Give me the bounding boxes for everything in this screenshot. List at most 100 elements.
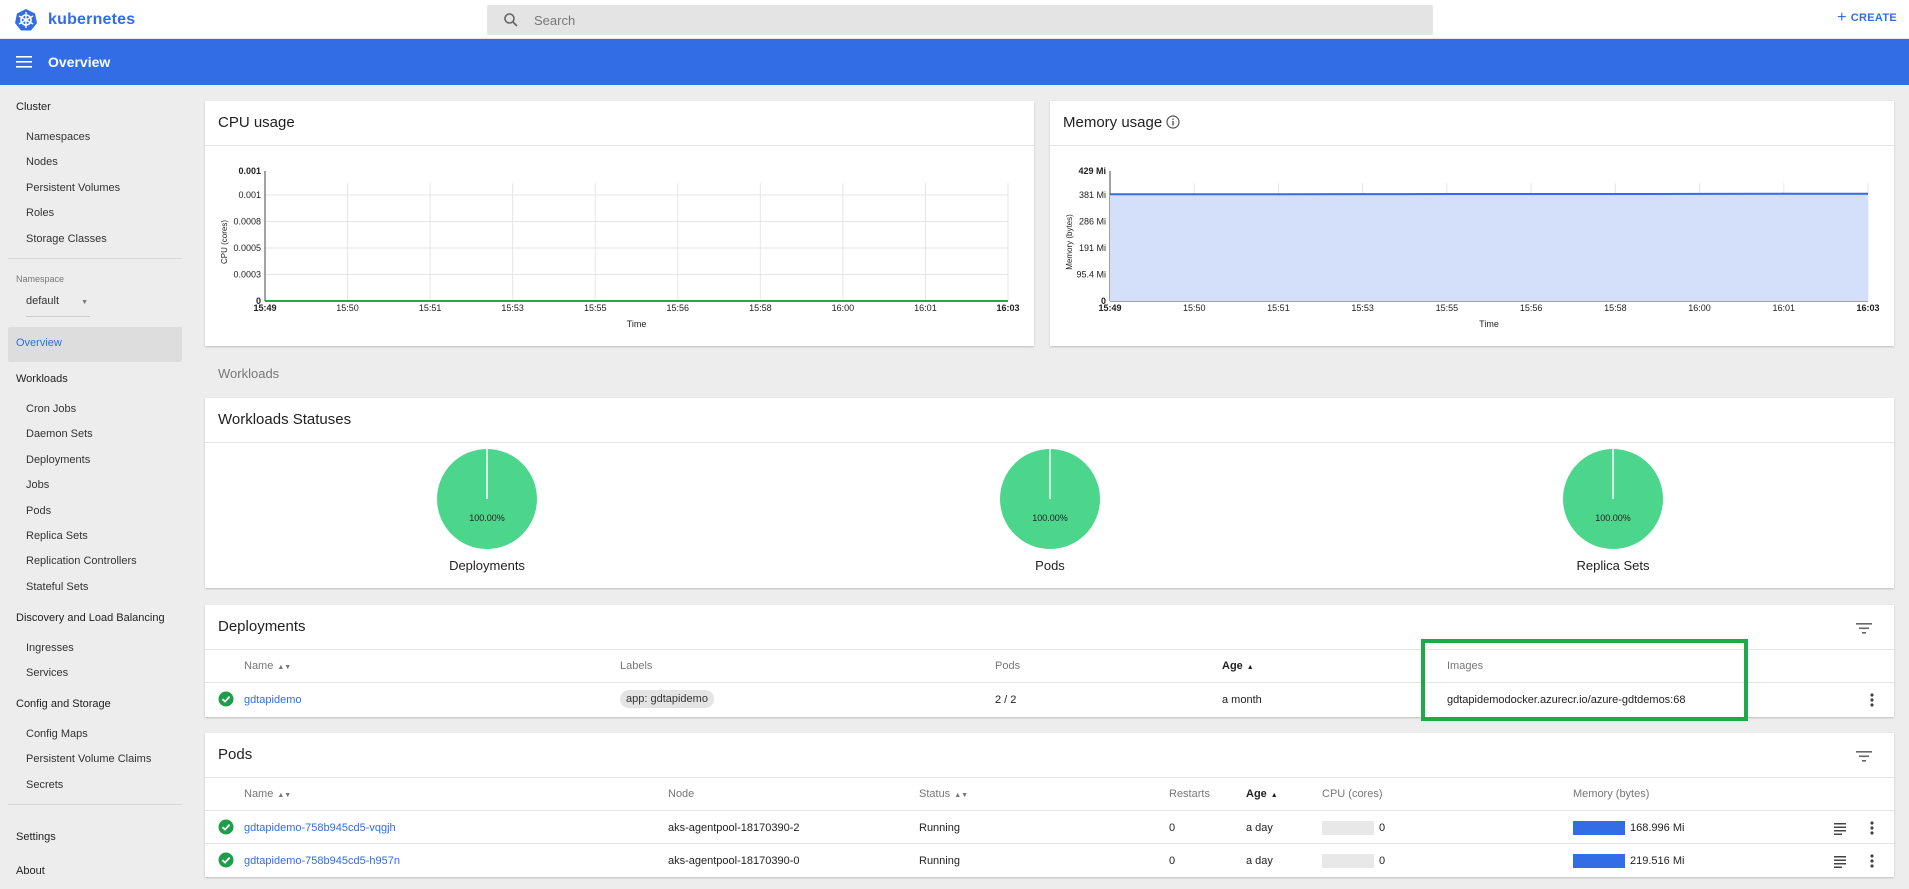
sidebar-item-settings[interactable]: Settings — [16, 831, 56, 843]
memory-usage-chart: 15:49 15:50 15:51 15:53 15:55 15:56 15:58 16:00… — [1065, 166, 1880, 329]
sidebar-item-overview[interactable]: Overview — [8, 327, 182, 362]
x-axis-title: Time — [1479, 319, 1499, 329]
search-input[interactable] — [534, 12, 1414, 28]
cpu-sparkline — [1322, 854, 1374, 868]
sidebar-item-config-maps[interactable]: Config Maps — [26, 728, 88, 740]
sidebar-item-stateful-sets[interactable]: Stateful Sets — [26, 581, 88, 593]
deployment-name-link[interactable]: gdtapidemo — [244, 694, 302, 706]
sidebar-item-nodes[interactable]: Nodes — [26, 156, 58, 168]
deployments-header-age[interactable]: Age ▲ — [1222, 660, 1254, 672]
y-tick-label: 191 Mi — [1079, 243, 1106, 253]
sidebar-item-replication-controllers[interactable]: Replication Controllers — [26, 555, 137, 567]
cpu-usage-card: CPU usage 15:49 15:50 15:51 15:53 15:55 15:56… — [205, 101, 1034, 346]
namespace-select[interactable]: default ▼ — [26, 295, 90, 317]
more-vert-icon[interactable] — [1864, 692, 1880, 708]
card-divider — [205, 145, 1034, 146]
pod-restarts: 0 — [1169, 822, 1176, 834]
x-tick-label: 15:56 — [1520, 303, 1543, 313]
pod-age: a day — [1246, 822, 1273, 834]
x-tick-label: 16:00 — [832, 303, 855, 313]
header-label: Age — [1246, 788, 1267, 800]
pie-chart: 100.00% — [1000, 449, 1100, 549]
sidebar-item-pods[interactable]: Pods — [26, 505, 51, 517]
sidebar-head-cluster[interactable]: Cluster — [16, 101, 51, 113]
sidebar-item-namespaces[interactable]: Namespaces — [26, 131, 90, 143]
sidebar-head-workloads[interactable]: Workloads — [16, 373, 68, 385]
pods-card: Pods Name ▲▼ Node Status ▲▼ Restarts Age ▲ … — [205, 733, 1894, 877]
filter-icon[interactable] — [1855, 619, 1873, 637]
pod-node: aks-agentpool-18170390-0 — [668, 855, 800, 867]
deployment-age: a month — [1222, 694, 1262, 706]
sidebar-item-jobs[interactable]: Jobs — [26, 479, 49, 491]
x-tick-label: 15:53 — [1351, 303, 1374, 313]
sidebar-item-cron-jobs[interactable]: Cron Jobs — [26, 403, 76, 415]
sidebar-item-ingresses[interactable]: Ingresses — [26, 642, 74, 654]
pods-header-age[interactable]: Age ▲ — [1246, 788, 1278, 800]
y-tick-label: 0 — [1101, 296, 1106, 306]
sidebar-divider — [8, 804, 182, 805]
cpu-usage-chart: 15:49 15:50 15:51 15:53 15:55 15:56 15:58 16:00… — [220, 166, 1020, 329]
header-label: Status — [919, 788, 951, 800]
x-tick-label: 15:53 — [501, 303, 524, 313]
sidebar-item-daemon-sets[interactable]: Daemon Sets — [26, 428, 93, 440]
deployments-header-name[interactable]: Name ▲▼ — [244, 660, 291, 672]
series-line — [1110, 192, 1868, 196]
row-divider — [205, 810, 1894, 811]
x-tick-label: 16:01 — [914, 303, 937, 313]
check-circle-icon — [218, 852, 234, 868]
sidebar-item-about[interactable]: About — [16, 865, 45, 877]
logs-icon[interactable] — [1832, 820, 1848, 836]
pod-name-link[interactable]: gdtapidemo-758b945cd5-vqgjh — [244, 822, 396, 834]
pods-header-restarts: Restarts — [1169, 788, 1210, 800]
pods-header-node: Node — [668, 788, 695, 800]
y-tick-label: 429 Mi — [1078, 166, 1106, 176]
sidebar-item-persistent-volumes[interactable]: Persistent Volumes — [26, 182, 120, 194]
pod-node: aks-agentpool-18170390-2 — [668, 822, 800, 834]
logs-icon[interactable] — [1832, 853, 1848, 869]
header-label: Name — [244, 660, 274, 672]
series-area — [1110, 193, 1868, 301]
sidebar-item-storage-classes[interactable]: Storage Classes — [26, 233, 107, 245]
sidebar-head-config[interactable]: Config and Storage — [16, 698, 111, 710]
namespace-label: Namespace — [16, 274, 65, 284]
hamburger-menu-icon[interactable] — [16, 56, 32, 68]
card-divider — [1050, 145, 1894, 146]
pie-value-label: 100.00% — [1032, 513, 1068, 523]
status-pie: 100.00% Pods — [980, 447, 1120, 573]
x-tick-label: 15:55 — [1436, 303, 1459, 313]
cpu-sparkline — [1322, 821, 1374, 835]
sidebar-head-discovery[interactable]: Discovery and Load Balancing — [16, 612, 165, 624]
deployments-title: Deployments — [218, 618, 306, 635]
sort-up-icon: ▲ — [1246, 664, 1254, 671]
header-bar: Overview — [0, 39, 1909, 85]
deployments-header-pods: Pods — [995, 660, 1021, 672]
info-icon[interactable] — [1166, 115, 1180, 129]
deployments-header-labels: Labels — [620, 660, 653, 672]
search-bar[interactable] — [487, 5, 1433, 35]
sort-icon: ▲▼ — [277, 792, 292, 799]
create-button[interactable]: + CREATE — [1837, 10, 1897, 26]
sidebar-item-persistent-volume-claims[interactable]: Persistent Volume Claims — [26, 753, 151, 765]
more-vert-icon[interactable] — [1864, 853, 1880, 869]
kubernetes-logo-icon — [15, 9, 37, 31]
card-divider — [205, 442, 1894, 443]
pods-header-name[interactable]: Name ▲▼ — [244, 788, 291, 800]
filter-icon[interactable] — [1855, 747, 1873, 765]
logo[interactable]: kubernetes — [14, 8, 135, 32]
pods-header-status[interactable]: Status ▲▼ — [919, 788, 968, 800]
search-icon — [504, 13, 518, 27]
y-tick-label: 0.0005 — [233, 243, 261, 253]
sidebar-item-deployments[interactable]: Deployments — [26, 454, 90, 466]
sidebar-item-roles[interactable]: Roles — [26, 207, 54, 219]
label-chip: app: gdtapidemo — [620, 690, 714, 708]
more-vert-icon[interactable] — [1864, 820, 1880, 836]
status-pie: 100.00% Replica Sets — [1543, 447, 1683, 573]
sidebar-item-overview-label: Overview — [16, 337, 62, 349]
sidebar-item-secrets[interactable]: Secrets — [26, 779, 63, 791]
page-title: Overview — [48, 54, 111, 70]
sidebar-item-replica-sets[interactable]: Replica Sets — [26, 530, 88, 542]
sidebar-item-services[interactable]: Services — [26, 667, 68, 679]
x-tick-label: 16:01 — [1773, 303, 1796, 313]
create-label: CREATE — [1850, 12, 1897, 24]
pod-name-link[interactable]: gdtapidemo-758b945cd5-h957n — [244, 855, 400, 867]
